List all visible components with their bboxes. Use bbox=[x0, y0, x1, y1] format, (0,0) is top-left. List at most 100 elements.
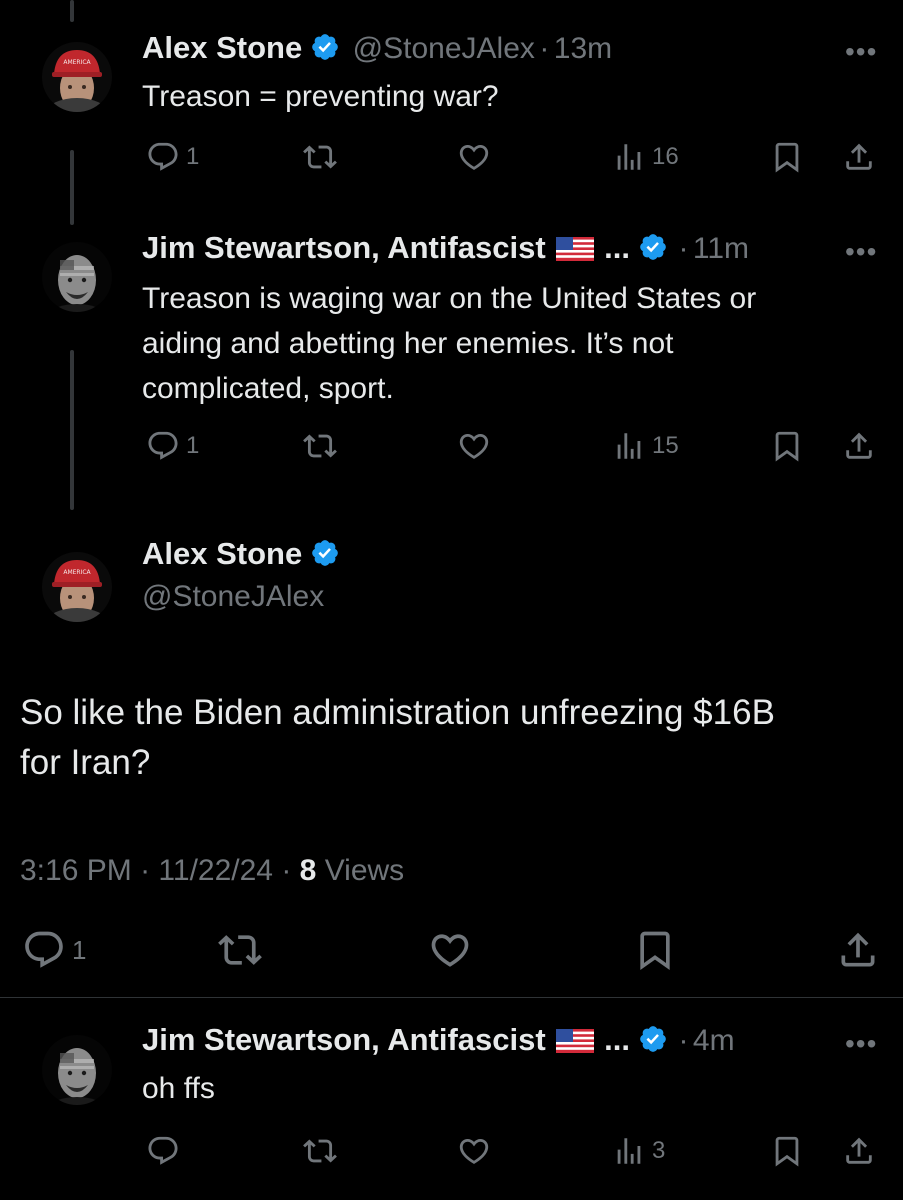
tweet-header: Alex Stone @StoneJAlex · 13m bbox=[142, 30, 612, 66]
verified-badge-icon[interactable] bbox=[310, 32, 340, 62]
tweet-text-line: So like the Biden administration unfreez… bbox=[20, 693, 775, 732]
share-button[interactable] bbox=[842, 1134, 876, 1168]
us-flag-icon bbox=[556, 237, 594, 261]
share-icon bbox=[842, 1134, 876, 1168]
more-options-icon[interactable]: ••• bbox=[845, 236, 877, 268]
retweet-button[interactable] bbox=[303, 1134, 337, 1168]
reply-icon bbox=[146, 1134, 180, 1168]
avatar[interactable] bbox=[42, 552, 112, 622]
bookmark-icon bbox=[770, 140, 804, 174]
more-options-icon[interactable]: ••• bbox=[845, 36, 877, 68]
tweet-text: oh ffs bbox=[142, 1072, 215, 1105]
heart-icon bbox=[457, 1134, 491, 1168]
bookmark-button[interactable] bbox=[770, 140, 804, 174]
retweet-button[interactable] bbox=[218, 928, 262, 972]
views-button[interactable]: 15 bbox=[612, 429, 679, 463]
more-options-icon[interactable]: ••• bbox=[845, 1028, 877, 1060]
like-button[interactable] bbox=[457, 429, 491, 463]
avatar[interactable] bbox=[42, 42, 112, 112]
retweet-icon bbox=[303, 429, 337, 463]
timestamp[interactable]: 11m bbox=[693, 232, 749, 265]
views-count: 16 bbox=[652, 143, 679, 170]
verified-badge-icon[interactable] bbox=[310, 538, 340, 568]
heart-icon bbox=[457, 429, 491, 463]
handle[interactable]: @StoneJAlex bbox=[353, 32, 535, 65]
name-ellipsis: ... bbox=[604, 230, 630, 265]
views-count: 8 bbox=[299, 854, 317, 887]
separator: · bbox=[281, 854, 292, 887]
reply-count: 1 bbox=[186, 143, 200, 170]
thread-line bbox=[70, 350, 74, 510]
views-icon bbox=[612, 140, 646, 174]
heart-icon bbox=[457, 140, 491, 174]
reply-button[interactable] bbox=[146, 1134, 180, 1168]
name-ellipsis: ... bbox=[604, 1022, 630, 1057]
views-icon bbox=[612, 429, 646, 463]
reply-icon bbox=[146, 140, 180, 174]
bookmark-button[interactable] bbox=[770, 429, 804, 463]
tweet-header: Jim Stewartson, Antifascist ... · 4m bbox=[142, 1022, 735, 1058]
views-label: Views bbox=[324, 854, 405, 887]
tweet-header: Alex Stone bbox=[142, 536, 340, 572]
bookmark-button[interactable] bbox=[770, 1134, 804, 1168]
tweet-text-line: Treason is waging war on the United Stat… bbox=[142, 282, 757, 315]
thread-line bbox=[70, 150, 74, 225]
tweet-meta: 3:16 PM · 11/22/24 · 8 Views bbox=[20, 854, 404, 888]
separator: · bbox=[140, 854, 151, 887]
views-icon bbox=[612, 1134, 646, 1168]
tweet-header: Jim Stewartson, Antifascist ... · 11m bbox=[142, 230, 749, 266]
timestamp[interactable]: 4m bbox=[693, 1024, 735, 1057]
bookmark-icon bbox=[633, 928, 677, 972]
handle[interactable]: @StoneJAlex bbox=[142, 580, 324, 614]
tweet-text: Treason is waging war on the United Stat… bbox=[142, 276, 882, 411]
like-button[interactable] bbox=[457, 1134, 491, 1168]
tweet-text-line: for Iran? bbox=[20, 743, 151, 782]
share-icon bbox=[842, 429, 876, 463]
share-button[interactable] bbox=[842, 429, 876, 463]
views-button[interactable]: 16 bbox=[612, 140, 679, 174]
separator: · bbox=[678, 1024, 689, 1057]
like-button[interactable] bbox=[428, 928, 472, 972]
tweet-text: Treason = preventing war? bbox=[142, 80, 499, 113]
reply-icon bbox=[22, 928, 66, 972]
verified-badge-icon[interactable] bbox=[638, 1024, 668, 1054]
retweet-icon bbox=[303, 1134, 337, 1168]
thread-line bbox=[70, 0, 74, 22]
post-date[interactable]: 11/22/24 bbox=[158, 854, 273, 887]
reply-icon bbox=[146, 429, 180, 463]
timestamp[interactable]: 13m bbox=[554, 32, 612, 65]
retweet-icon bbox=[218, 928, 262, 972]
share-button[interactable] bbox=[842, 140, 876, 174]
tweet-text-line: aiding and abetting her enemies. It’s no… bbox=[142, 327, 674, 360]
share-icon bbox=[842, 140, 876, 174]
separator: · bbox=[678, 232, 689, 265]
us-flag-icon bbox=[556, 1029, 594, 1053]
separator: · bbox=[539, 32, 550, 65]
avatar[interactable] bbox=[42, 242, 112, 312]
tweet-text-line: complicated, sport. bbox=[142, 372, 394, 405]
verified-badge-icon[interactable] bbox=[638, 232, 668, 262]
retweet-button[interactable] bbox=[303, 429, 337, 463]
reply-button[interactable]: 1 bbox=[146, 429, 199, 463]
share-icon bbox=[836, 928, 880, 972]
bookmark-button[interactable] bbox=[633, 928, 677, 972]
avatar[interactable] bbox=[42, 1035, 112, 1105]
display-name[interactable]: Jim Stewartson, Antifascist bbox=[142, 230, 546, 265]
views-button[interactable]: 3 bbox=[612, 1134, 665, 1168]
reply-button[interactable]: 1 bbox=[22, 928, 86, 972]
divider bbox=[0, 997, 903, 998]
display-name[interactable]: Jim Stewartson, Antifascist bbox=[142, 1022, 546, 1057]
post-time[interactable]: 3:16 PM bbox=[20, 854, 132, 887]
retweet-button[interactable] bbox=[303, 140, 337, 174]
views-count: 15 bbox=[652, 432, 679, 459]
heart-icon bbox=[428, 928, 472, 972]
retweet-icon bbox=[303, 140, 337, 174]
display-name[interactable]: Alex Stone bbox=[142, 536, 302, 571]
like-button[interactable] bbox=[457, 140, 491, 174]
share-button[interactable] bbox=[836, 928, 880, 972]
tweet-text: So like the Biden administration unfreez… bbox=[20, 688, 890, 788]
bookmark-icon bbox=[770, 1134, 804, 1168]
reply-button[interactable]: 1 bbox=[146, 140, 199, 174]
display-name[interactable]: Alex Stone bbox=[142, 30, 302, 65]
bookmark-icon bbox=[770, 429, 804, 463]
